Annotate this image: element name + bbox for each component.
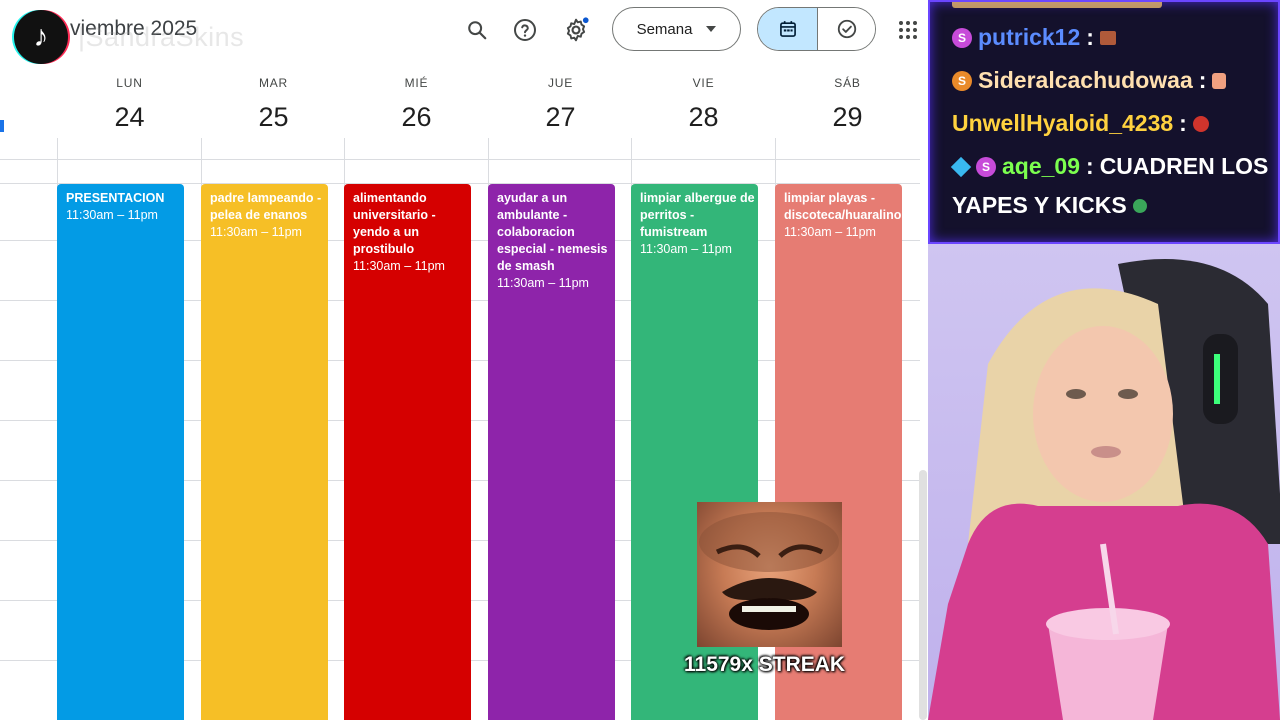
event-title: ayudar a un ambulante - colaboracion esp…: [497, 191, 608, 273]
event-time: 11:30am – 11pm: [66, 208, 158, 222]
chat-username[interactable]: putrick12: [978, 24, 1080, 51]
calendar-tasks-toggle: [757, 7, 876, 51]
cube-badge-icon: [950, 156, 972, 177]
calendar-event[interactable]: alimentando universitario - yendo a un p…: [344, 184, 471, 720]
event-time: 11:30am – 11pm: [640, 242, 732, 256]
chat-colon: :: [1179, 110, 1187, 136]
chat-text: YAPES Y KICKS: [952, 192, 1127, 218]
event-time: 11:30am – 11pm: [497, 276, 589, 290]
caret-down-icon: [706, 26, 717, 32]
emote-icon: [1099, 30, 1116, 45]
laughing-meme-image: [697, 502, 842, 647]
day-header-sat[interactable]: SÁB 29: [776, 76, 919, 133]
day-header-thu[interactable]: JUE 27: [489, 76, 632, 133]
chat-colon: :: [1086, 24, 1094, 50]
chat-colon: :: [1198, 67, 1207, 93]
emote-icon: [1192, 115, 1209, 132]
calendar-event[interactable]: PRESENTACION 11:30am – 11pm: [57, 184, 184, 720]
chat-username[interactable]: Sideralcachudowaa: [978, 67, 1193, 94]
day-number[interactable]: 29: [776, 102, 919, 133]
clipped-chat-line: [952, 2, 1162, 8]
view-selector-label: Semana: [636, 20, 693, 38]
chat-message: UnwellHyaloid_4238 :: [952, 110, 1209, 137]
apps-grid-icon[interactable]: [892, 14, 924, 46]
header-divider: [0, 159, 920, 160]
stream-chat-overlay: S putrick12 : S Sideralcachudowaa : Unwe…: [928, 0, 1280, 244]
event-title: limpiar playas - discoteca/huaralino: [784, 191, 902, 222]
view-selector-button[interactable]: Semana: [612, 7, 741, 51]
calendar-toolbar: viembre 2025 |SandraSkins ♪ Semana: [0, 0, 928, 64]
day-name: LUN: [116, 76, 143, 90]
chat-username[interactable]: aqe_09: [1002, 153, 1080, 180]
calendar-icon: [779, 21, 796, 37]
event-time: 11:30am – 11pm: [210, 225, 302, 239]
day-number[interactable]: 24: [58, 102, 201, 133]
chat-message: S Sideralcachudowaa :: [952, 67, 1227, 94]
tasks-view-button[interactable]: [818, 8, 875, 50]
calendar-view-button[interactable]: [758, 8, 818, 50]
help-icon[interactable]: [509, 14, 541, 46]
day-header-mon[interactable]: LUN 24: [58, 76, 201, 133]
day-number[interactable]: 26: [345, 102, 488, 133]
search-icon[interactable]: [461, 14, 493, 46]
day-header-wed[interactable]: MIÉ 26: [345, 76, 488, 133]
event-title: limpiar albergue de perritos - fumistrea…: [640, 191, 755, 239]
tiktok-logo-icon: ♪: [14, 10, 68, 64]
streak-counter: 11579x STREAK: [684, 653, 846, 676]
day-number[interactable]: 25: [202, 102, 345, 133]
day-name: SÁB: [834, 76, 861, 90]
chat-message-continued: YAPES Y KICKS: [952, 192, 1147, 219]
day-name: VIE: [692, 76, 715, 90]
chat-message: S aqe_09 : CUADREN LOS: [950, 153, 1269, 180]
day-header-tue[interactable]: MAR 25: [202, 76, 345, 133]
day-header-fri[interactable]: VIE 28: [632, 76, 775, 133]
subscriber-badge-icon: S: [976, 156, 996, 177]
subscriber-badge-icon: S: [952, 70, 972, 91]
subscriber-badge-icon: S: [952, 27, 972, 48]
day-name: MAR: [258, 76, 289, 90]
day-name: JUE: [547, 76, 574, 90]
day-number[interactable]: 27: [489, 102, 632, 133]
calendar-event[interactable]: ayudar a un ambulante - colaboracion esp…: [488, 184, 615, 720]
hand-emote-icon: [1212, 72, 1227, 89]
event-title: padre lampeando - pelea de enanos: [210, 191, 322, 222]
event-time: 11:30am – 11pm: [784, 225, 876, 239]
day-name: MIÉ: [404, 76, 429, 90]
event-title: PRESENTACION: [66, 191, 165, 205]
settings-gear-icon[interactable]: [560, 14, 592, 46]
streamer-watermark: |SandraSkins: [78, 22, 245, 52]
calendar-event[interactable]: padre lampeando - pelea de enanos 11:30a…: [201, 184, 328, 720]
task-check-icon: [837, 19, 856, 39]
chat-message: S putrick12 :: [952, 24, 1116, 51]
chat-text: CUADREN LOS: [1099, 153, 1269, 179]
event-time: 11:30am – 11pm: [353, 259, 445, 273]
chat-username[interactable]: UnwellHyaloid_4238: [952, 110, 1173, 137]
calendar-scrollbar[interactable]: [919, 470, 927, 720]
chat-colon: :: [1086, 153, 1094, 179]
streamer-webcam: [928, 244, 1280, 720]
previous-day-fragment: [0, 120, 4, 132]
event-title: alimentando universitario - yendo a un p…: [353, 191, 436, 256]
globe-emote-icon: [1132, 198, 1147, 213]
day-number[interactable]: 28: [632, 102, 775, 133]
